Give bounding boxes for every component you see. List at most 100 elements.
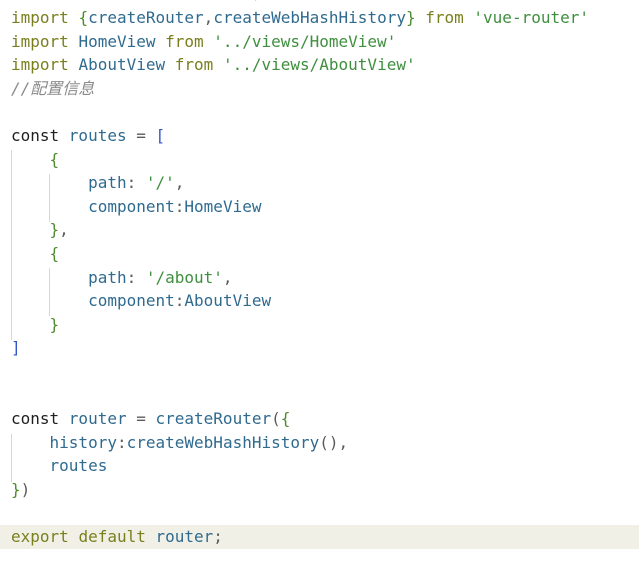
code-line-text: { (0, 244, 60, 263)
code-line[interactable]: component:HomeView (0, 195, 639, 219)
code-token: '../views/AboutView' (222, 55, 416, 75)
code-line-text: }) (0, 480, 30, 499)
code-line[interactable]: const router = createRouter({ (0, 407, 639, 431)
code-token: router (155, 527, 214, 547)
code-token: ) (20, 480, 31, 499)
code-token: import (11, 8, 79, 27)
code-token: 'vue-router' (473, 8, 589, 27)
code-token: { (78, 8, 89, 27)
code-token: = (126, 409, 156, 429)
code-line[interactable]: import {createRouter,createWebHashHistor… (0, 6, 639, 30)
code-line-text: //配置信息 (0, 79, 94, 98)
code-line[interactable]: import HomeView from '../views/HomeView' (0, 30, 639, 54)
code-token: : (116, 432, 127, 452)
code-line[interactable]: routes (0, 454, 639, 478)
code-token: routes (68, 126, 127, 145)
code-line[interactable] (0, 100, 639, 124)
code-line-text: }, (0, 220, 69, 239)
code-token: , (222, 267, 233, 287)
code-token: AboutView (184, 291, 272, 311)
code-token: { (49, 149, 60, 169)
code-token: : (126, 173, 146, 193)
code-token: import (11, 55, 79, 75)
code-line-text: component:HomeView (0, 197, 261, 216)
code-line-text: export default router; (0, 527, 223, 546)
code-token: , (59, 220, 69, 240)
code-token: { (280, 409, 291, 429)
code-token: : (174, 291, 185, 311)
code-token: ] (11, 338, 21, 358)
code-line-text: history:createWebHashHistory(), (0, 432, 349, 452)
code-token: from (155, 31, 214, 51)
code-token: } (49, 314, 60, 334)
code-token: , (203, 8, 214, 27)
code-line[interactable] (0, 384, 639, 408)
code-line-text: import AboutView from '../views/AboutVie… (0, 55, 416, 74)
code-line[interactable]: history:createWebHashHistory(), (0, 431, 639, 455)
code-token: component (88, 196, 175, 216)
code-line-text: } (0, 314, 60, 334)
code-token: import (11, 31, 79, 51)
code-token: createWebHashHistory (126, 432, 320, 452)
code-token: '../views/HomeView' (213, 31, 397, 51)
code-token: } (405, 8, 416, 27)
code-line[interactable]: } (0, 313, 639, 337)
code-line[interactable]: }, (0, 218, 639, 242)
code-token: AboutView (78, 55, 166, 75)
code-line-text: routes (0, 456, 108, 476)
code-line[interactable]: export default router; (0, 525, 639, 550)
code-line[interactable]: ] (0, 336, 639, 360)
code-line-text: path: '/about', (0, 268, 233, 287)
code-line[interactable]: { (0, 148, 639, 172)
code-token: , (174, 173, 185, 193)
code-line[interactable]: }) (0, 478, 639, 502)
code-token: path (88, 267, 127, 287)
code-token: () (319, 432, 339, 452)
code-line-text: import {createRouter,createWebHashHistor… (0, 8, 589, 27)
code-token: component (88, 291, 175, 311)
code-line[interactable]: path: '/', (0, 171, 639, 195)
code-line-text: ] (0, 338, 21, 357)
code-line[interactable]: //配置信息 (0, 77, 639, 101)
code-token: export (11, 527, 79, 547)
code-line-text: const router = createRouter({ (0, 409, 290, 428)
code-token: '/' (145, 173, 175, 193)
code-token: createWebHashHistory (213, 8, 406, 27)
code-token: routes (49, 456, 108, 476)
code-line[interactable] (0, 502, 639, 526)
code-token: { (49, 244, 60, 263)
code-editor[interactable]: ) import {createRouter,createWebHashHist… (0, 0, 639, 565)
code-line-text: path: '/', (0, 173, 184, 192)
code-token: : (126, 267, 146, 287)
code-token: } (11, 480, 21, 499)
code-line[interactable]: const routes = [ (0, 124, 639, 148)
code-token: '/about' (145, 267, 223, 287)
code-line[interactable]: import AboutView from '../views/AboutVie… (0, 53, 639, 77)
code-line-text: const routes = [ (0, 126, 165, 145)
code-line-text: import HomeView from '../views/HomeView' (0, 32, 396, 51)
code-token: [ (155, 126, 166, 145)
code-line[interactable] (0, 360, 639, 384)
code-line[interactable]: { (0, 242, 639, 266)
code-line[interactable]: component:AboutView (0, 289, 639, 313)
code-token: from (415, 8, 474, 27)
code-line[interactable]: path: '/about', (0, 266, 639, 290)
code-token: createRouter (155, 409, 272, 429)
code-line-text: component:AboutView (0, 291, 271, 310)
code-token: = (126, 126, 156, 145)
code-token: ( (271, 409, 281, 429)
code-token: : (174, 196, 185, 216)
code-token: const (11, 126, 69, 145)
code-token: path (88, 173, 127, 193)
